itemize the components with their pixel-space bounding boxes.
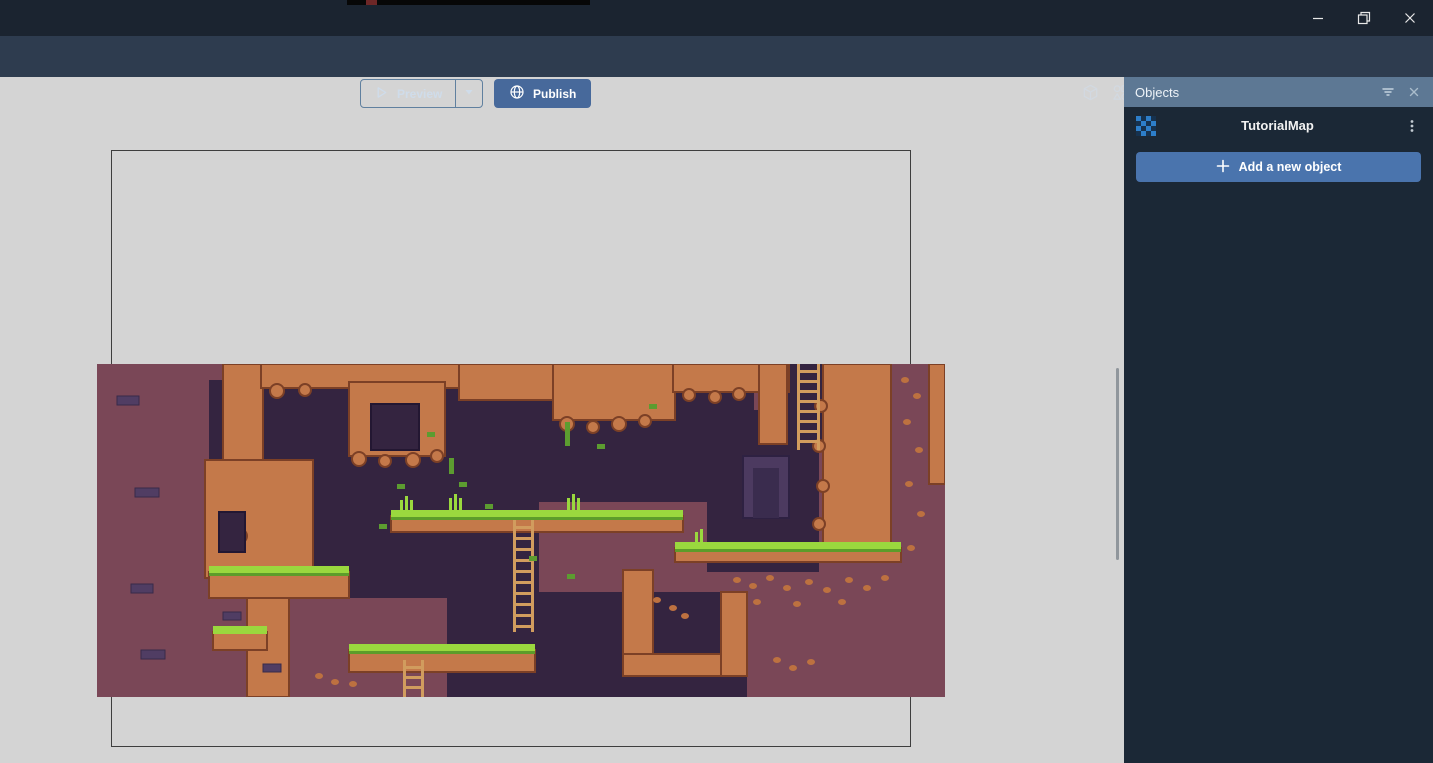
add-object-label: Add a new object	[1239, 160, 1342, 174]
objects-panel-title: Objects	[1135, 85, 1375, 100]
close-icon	[1400, 8, 1420, 28]
cube-3d-icon[interactable]	[1078, 80, 1103, 105]
canvas-vertical-scrollbar[interactable]	[1116, 368, 1119, 560]
editor-toolbar: Preview Publish	[0, 36, 1433, 77]
tilemap-art	[97, 364, 945, 697]
add-object-button[interactable]: Add a new object	[1136, 152, 1421, 182]
publish-label: Publish	[533, 87, 576, 101]
preview-button[interactable]: Preview	[361, 80, 455, 107]
titlebar	[0, 0, 1433, 36]
restore-icon	[1354, 8, 1374, 28]
preview-split-button: Preview	[360, 79, 483, 108]
play-icon	[374, 85, 389, 103]
tilemap-checker-icon	[1136, 116, 1156, 136]
object-list-item[interactable]: TutorialMap	[1124, 110, 1433, 141]
app-window: Preview Publish	[0, 0, 1433, 763]
preview-label: Preview	[397, 87, 442, 101]
objects-panel: Objects	[1124, 77, 1433, 763]
globe-icon	[509, 84, 525, 103]
minimize-icon	[1308, 8, 1328, 28]
titlebar-tab-strip	[347, 0, 590, 5]
panel-close-icon[interactable]	[1401, 79, 1427, 105]
chevron-down-icon	[463, 85, 475, 103]
plus-icon	[1216, 159, 1230, 176]
window-controls	[1295, 0, 1433, 36]
tilemap-instance[interactable]	[97, 364, 945, 697]
publish-button[interactable]: Publish	[494, 79, 591, 108]
restore-button[interactable]	[1341, 0, 1387, 36]
minimize-button[interactable]	[1295, 0, 1341, 36]
object-name: TutorialMap	[1156, 118, 1399, 133]
objects-panel-header: Objects	[1124, 77, 1433, 107]
close-button[interactable]	[1387, 0, 1433, 36]
kebab-menu-icon[interactable]	[1399, 113, 1425, 139]
preview-dropdown-button[interactable]	[455, 80, 482, 107]
titlebar-red-chip	[366, 0, 377, 5]
filter-icon[interactable]	[1375, 79, 1401, 105]
